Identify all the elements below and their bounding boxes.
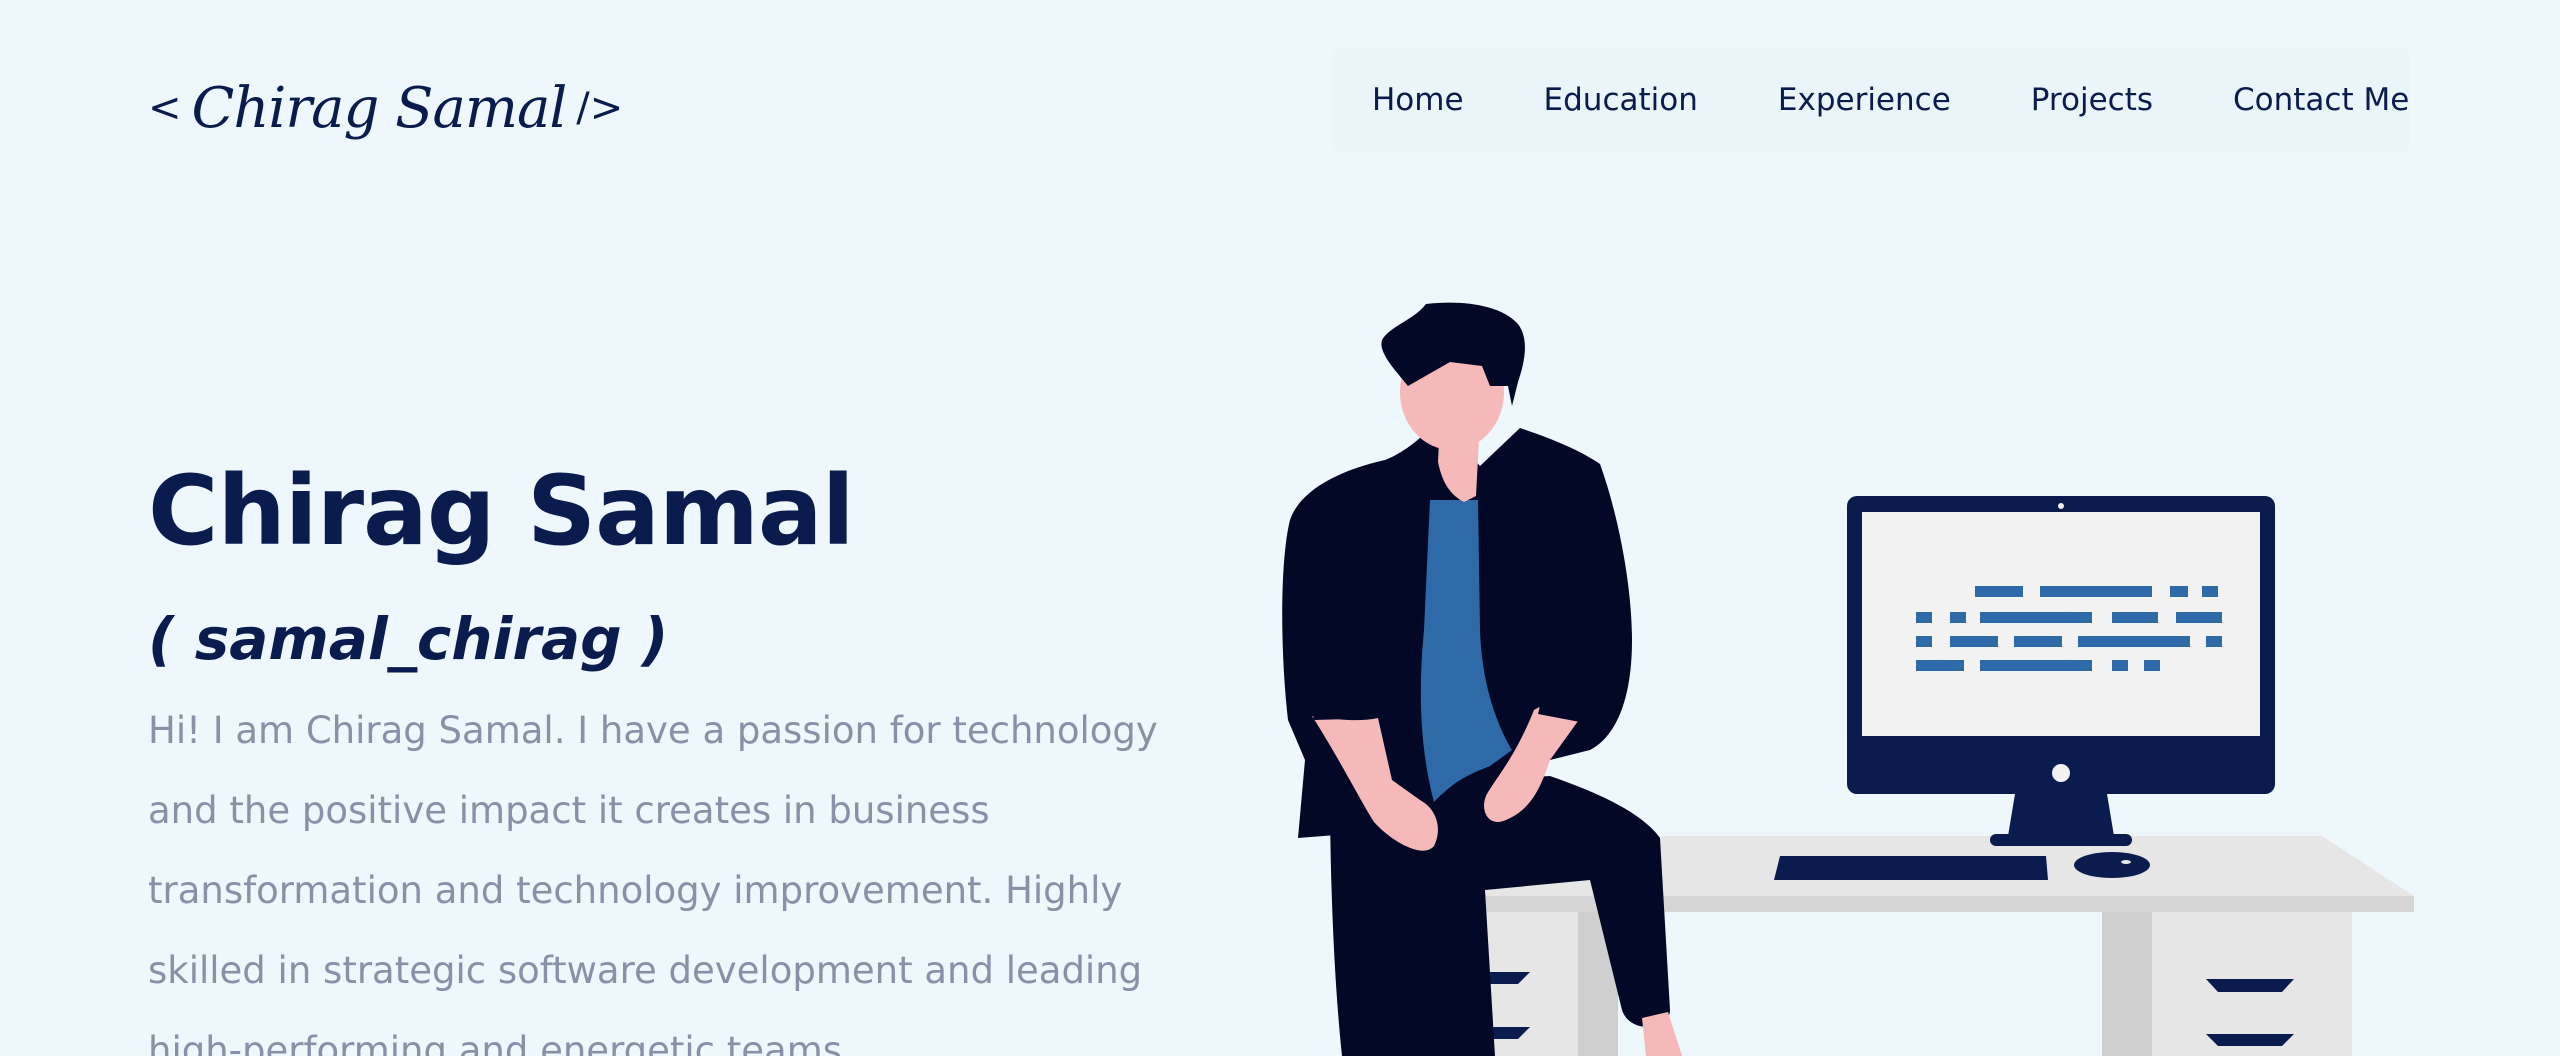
logo-signature: Chirag Samal [191, 75, 568, 141]
logo-close-bracket: /> [576, 85, 624, 131]
nav-contact-me[interactable]: Contact Me [2233, 82, 2409, 118]
monitor-icon [1847, 496, 2275, 846]
keyboard-icon [1774, 856, 2048, 880]
hero-handle: ( samal_chirag ) [148, 605, 669, 673]
developer-at-desk-illustration [1250, 290, 2430, 1056]
logo-open-bracket: < [148, 85, 182, 131]
nav-projects[interactable]: Projects [2031, 82, 2153, 118]
mouse-icon [2074, 852, 2150, 878]
nav-experience[interactable]: Experience [1778, 82, 1951, 118]
nav-home[interactable]: Home [1372, 82, 1464, 118]
hero-name: Chirag Samal [148, 455, 855, 567]
page: < Chirag Samal /> Home Education Experie… [0, 0, 2560, 1056]
main-nav: Home Education Experience Projects Conta… [1332, 48, 2410, 152]
person-illustration [1282, 302, 1682, 1056]
nav-education[interactable]: Education [1544, 82, 1698, 118]
hero-bio: Hi! I am Chirag Samal. I have a passion … [148, 709, 1158, 1056]
site-logo[interactable]: < Chirag Samal /> [148, 58, 623, 158]
